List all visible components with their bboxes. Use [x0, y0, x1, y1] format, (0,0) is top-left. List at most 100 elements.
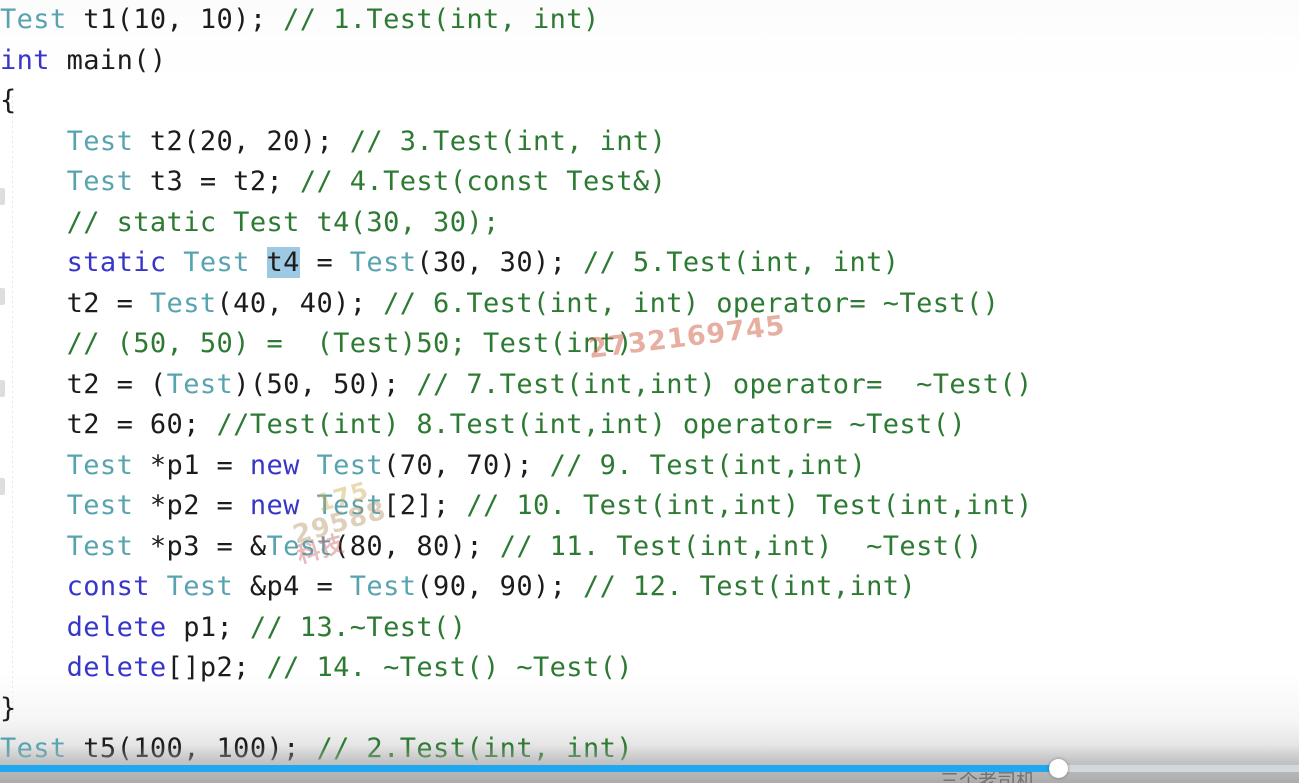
code-text: []p2;: [166, 652, 267, 683]
code-text: =: [299, 247, 350, 278]
code-comment: // 11. Test(int,int) ~Test(): [499, 530, 983, 562]
selected-token[interactable]: t4: [266, 247, 300, 278]
code-comment: // (50, 50) = (Test)50; Test(int): [66, 328, 633, 359]
code-comment: // 14. ~Test() ~Test(): [266, 652, 633, 683]
code-line[interactable]: delete p1; // 13.~Test(): [0, 608, 1299, 649]
code-keyword: delete: [66, 652, 167, 683]
code-comment: // static Test t4(30, 30);: [66, 206, 500, 238]
code-line[interactable]: t2 = Test(40, 40); // 6.Test(int, int) o…: [0, 284, 1299, 325]
code-keyword: static: [66, 247, 167, 278]
code-line[interactable]: }: [0, 689, 1299, 730]
code-text: t3 = t2;: [133, 166, 300, 197]
code-line[interactable]: // static Test t4(30, 30);: [0, 203, 1299, 244]
code-line[interactable]: static Test t4 = Test(30, 30); // 5.Test…: [0, 243, 1299, 284]
video-progress-handle[interactable]: [1049, 759, 1069, 778]
code-line[interactable]: int main(): [0, 41, 1299, 82]
code-text: p1;: [166, 611, 250, 643]
code-text: t2 = 60;: [66, 409, 217, 440]
code-keyword: int: [0, 44, 50, 76]
code-type: Test: [0, 4, 67, 35]
code-text: )(50, 50);: [233, 368, 417, 400]
code-line[interactable]: const Test &p4 = Test(90, 90); // 12. Te…: [0, 567, 1299, 608]
code-text: main(): [49, 44, 167, 76]
code-text: }: [0, 692, 17, 724]
code-text: (80, 80);: [333, 530, 500, 562]
code-keyword: delete: [66, 611, 167, 643]
code-type: Test: [66, 449, 134, 481]
code-text: (30, 30);: [416, 247, 583, 278]
code-comment: // 6.Test(int, int) operator= ~Test(): [383, 287, 1000, 319]
code-text: *p2 =: [133, 490, 250, 521]
video-progress-track[interactable]: [0, 759, 1299, 778]
code-text: t2 = (: [66, 368, 167, 400]
code-type: Test: [266, 530, 334, 562]
code-type: Test: [66, 166, 134, 197]
code-text: (90, 90);: [416, 571, 583, 602]
code-type: Test: [316, 449, 384, 481]
code-text: t1(10, 10);: [66, 4, 284, 35]
code-type: Test: [183, 247, 250, 278]
code-line[interactable]: Test t1(10, 10); // 1.Test(int, int): [0, 0, 1299, 41]
video-progress-fill: [0, 765, 1059, 772]
code-text: *p1 =: [133, 449, 250, 481]
code-type: Test: [316, 490, 384, 521]
code-type: Test: [0, 733, 67, 764]
code-comment: // 5.Test(int, int): [582, 247, 900, 278]
code-comment: // 10. Test(int,int) Test(int,int): [466, 490, 1033, 521]
code-line[interactable]: t2 = 60; //Test(int) 8.Test(int,int) ope…: [0, 405, 1299, 446]
code-comment: // 7.Test(int,int) operator= ~Test(): [416, 368, 1033, 400]
code-text: [2];: [383, 490, 467, 521]
code-keyword: new: [249, 490, 300, 521]
code-type: Test: [166, 571, 234, 602]
code-comment: // 12. Test(int,int): [582, 571, 917, 602]
code-comment: // 3.Test(int, int): [349, 125, 667, 157]
code-type: Test: [149, 287, 217, 319]
code-type: Test: [66, 530, 134, 562]
code-text: t2 =: [66, 287, 150, 319]
code-comment: // 2.Test(int, int): [316, 733, 633, 764]
code-type: Test: [66, 125, 134, 157]
code-line[interactable]: t2 = (Test)(50, 50); // 7.Test(int,int) …: [0, 365, 1299, 406]
code-editor-content[interactable]: Test t1(10, 10); // 1.Test(int, int) int …: [0, 0, 1299, 770]
code-line[interactable]: delete[]p2; // 14. ~Test() ~Test(): [0, 648, 1299, 689]
code-comment: // 9. Test(int,int): [549, 449, 867, 481]
code-line[interactable]: Test *p1 = new Test(70, 70); // 9. Test(…: [0, 446, 1299, 487]
code-keyword: const: [66, 571, 150, 602]
code-line[interactable]: Test *p3 = &Test(80, 80); // 11. Test(in…: [0, 527, 1299, 568]
code-line[interactable]: // (50, 50) = (Test)50; Test(int): [0, 324, 1299, 365]
code-comment: // 13.~Test(): [249, 611, 467, 643]
code-text: &p4 =: [233, 571, 350, 602]
code-comment: // 4.Test(const Test&): [299, 166, 667, 197]
code-type: Test: [66, 490, 134, 521]
code-line[interactable]: Test t3 = t2; // 4.Test(const Test&): [0, 162, 1299, 203]
code-line[interactable]: Test t5(100, 100); // 2.Test(int, int): [0, 729, 1299, 770]
code-line[interactable]: {: [0, 81, 1299, 122]
code-line[interactable]: Test *p2 = new Test[2]; // 10. Test(int,…: [0, 486, 1299, 527]
code-comment: // 1.Test(int, int): [283, 4, 600, 35]
code-text: (40, 40);: [216, 287, 384, 319]
code-text: (70, 70);: [383, 449, 550, 481]
code-line[interactable]: Test t2(20, 20); // 3.Test(int, int): [0, 122, 1299, 163]
code-text: {: [0, 85, 17, 116]
code-text: *p3 = &: [133, 530, 267, 562]
code-type: Test: [349, 571, 417, 602]
code-type: Test: [166, 368, 234, 400]
